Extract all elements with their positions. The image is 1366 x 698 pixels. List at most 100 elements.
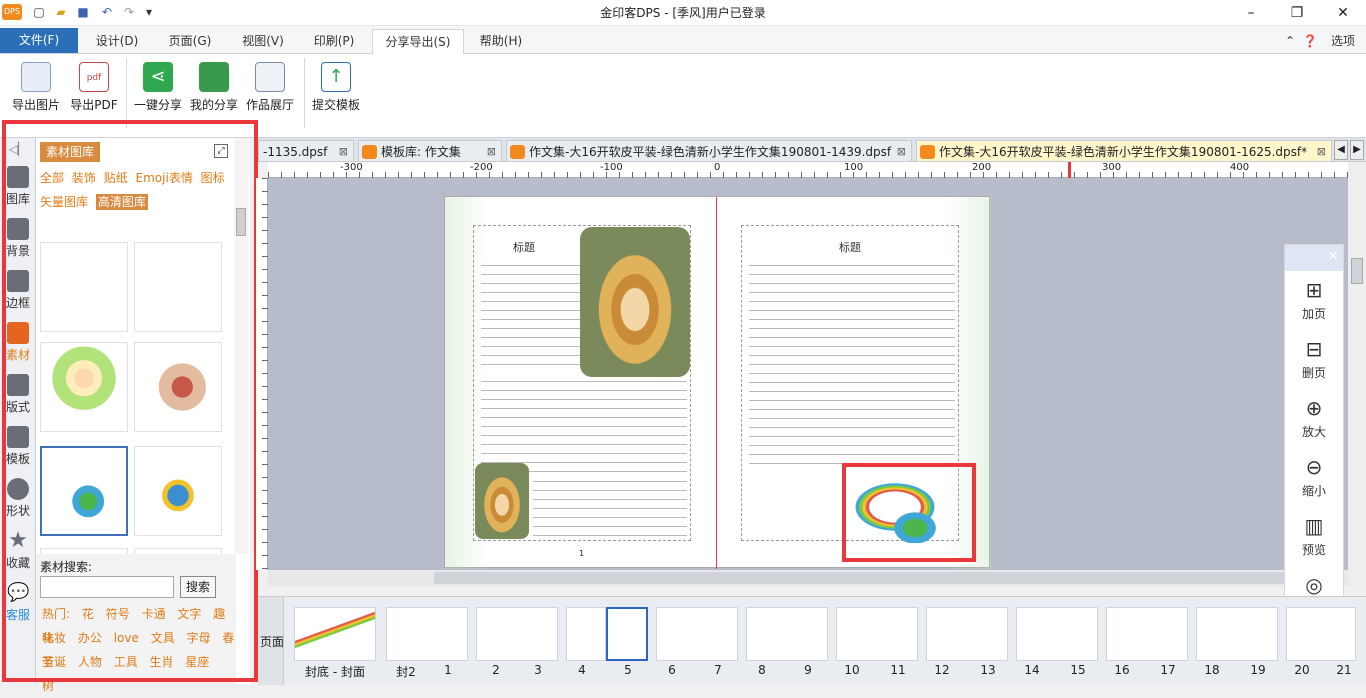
search-button[interactable]: 搜索 xyxy=(180,576,216,598)
hot-tag[interactable]: 化妆 xyxy=(42,631,66,645)
nav-shape[interactable]: 形状 xyxy=(0,474,36,526)
hot-tag[interactable]: 办公 xyxy=(78,631,102,645)
menu-design[interactable]: 设计(D) xyxy=(84,29,150,53)
hot-tag[interactable]: 符号 xyxy=(106,607,130,621)
page-thumb[interactable] xyxy=(476,607,558,661)
restore-icon[interactable]: ❐ xyxy=(1274,0,1320,26)
rainbow-island-thumb[interactable] xyxy=(40,446,128,536)
material-thumb[interactable] xyxy=(40,242,128,332)
scroll-thumb[interactable] xyxy=(434,572,1324,584)
menu-share-export[interactable]: 分享导出(S) xyxy=(372,29,464,55)
canvas-horizontal-scrollbar[interactable] xyxy=(268,570,1348,586)
minimize-icon[interactable]: – xyxy=(1228,0,1274,26)
nav-layout[interactable]: 版式 xyxy=(0,370,36,422)
hot-tag[interactable]: 人物 xyxy=(78,655,102,669)
scroll-thumb[interactable] xyxy=(1351,258,1363,284)
material-thumb[interactable] xyxy=(134,242,222,332)
export-pdf-button[interactable]: pdf 导出PDF xyxy=(66,60,122,116)
material-thumb[interactable] xyxy=(134,446,222,536)
hot-tag[interactable]: 生肖 xyxy=(150,655,174,669)
collapse-ribbon-icon[interactable]: ⌃ xyxy=(1280,29,1300,53)
left-page-title[interactable]: 标题 xyxy=(513,239,535,255)
category-vector[interactable]: 矢量图库 xyxy=(40,195,88,209)
page-thumb[interactable] xyxy=(1196,607,1278,661)
category-decoration[interactable]: 装饰 xyxy=(72,171,96,185)
close-icon[interactable]: ✕ xyxy=(1320,0,1366,26)
category-sticker[interactable]: 贴纸 xyxy=(104,171,128,185)
doc-tab-active[interactable]: 作文集-大16开软皮平装-绿色清新小学生作文集190801-1625.dpsf*… xyxy=(916,140,1332,162)
page-thumb[interactable] xyxy=(926,607,1008,661)
help-icon[interactable]: ❓ xyxy=(1300,29,1320,53)
hot-tag[interactable]: 文具 xyxy=(151,631,175,645)
tab-close-icon[interactable]: ⊠ xyxy=(487,141,496,161)
doc-tab[interactable]: -1135.dpsf ⊠ xyxy=(258,140,354,162)
page-thumb[interactable] xyxy=(386,607,468,661)
left-body-text[interactable] xyxy=(481,261,581,371)
delete-page-button[interactable]: ⊟ 删页 xyxy=(1285,332,1343,390)
material-gallery-tab[interactable]: 素材图库 xyxy=(40,142,101,162)
material-thumb[interactable] xyxy=(134,342,222,432)
nav-template[interactable]: 模板 xyxy=(0,422,36,474)
doc-tab[interactable]: 作文集-大16开软皮平装-绿色清新小学生作文集190801-1439.dpsf ⊠ xyxy=(506,140,912,162)
category-all[interactable]: 全部 xyxy=(40,171,64,185)
hot-tag[interactable]: 工具 xyxy=(114,655,138,669)
hot-tag[interactable]: 文字 xyxy=(177,607,201,621)
child-photo-small[interactable] xyxy=(475,463,529,539)
menu-page[interactable]: 页面(G) xyxy=(158,29,222,53)
page-thumb-cover[interactable] xyxy=(294,607,376,661)
menu-view[interactable]: 视图(V) xyxy=(230,29,296,53)
menu-help[interactable]: 帮助(H) xyxy=(470,29,532,53)
page-thumb[interactable] xyxy=(566,607,606,661)
hot-tag[interactable]: 树 xyxy=(42,679,54,693)
left-body-text[interactable] xyxy=(481,377,687,477)
options-menu[interactable]: 选项 xyxy=(1322,29,1364,53)
nav-favorites[interactable]: ★ 收藏 xyxy=(0,526,36,578)
my-share-button[interactable]: 我的分享 xyxy=(186,60,242,116)
menu-print[interactable]: 印刷(P) xyxy=(302,29,366,53)
page-thumb[interactable] xyxy=(656,607,738,661)
left-body-text[interactable] xyxy=(533,477,687,539)
nav-material[interactable]: 素材 xyxy=(0,318,36,370)
category-emoji[interactable]: Emoji表情 xyxy=(136,171,193,185)
right-body-text[interactable] xyxy=(749,261,955,471)
menu-file[interactable]: 文件(F) xyxy=(0,28,78,53)
hot-tag[interactable]: love xyxy=(114,631,139,645)
child-photo[interactable] xyxy=(580,227,690,377)
material-scrollbar[interactable] xyxy=(234,138,248,554)
page-thumb[interactable] xyxy=(1016,607,1098,661)
zoom-out-button[interactable]: ⊖ 缩小 xyxy=(1285,450,1343,508)
nav-border[interactable]: 边框 xyxy=(0,266,36,318)
page-thumb[interactable] xyxy=(746,607,828,661)
doc-tab[interactable]: 模板库: 作文集 ⊠ xyxy=(358,140,502,162)
collapse-panel-icon[interactable]: ◁▏ xyxy=(0,138,36,160)
submit-template-button[interactable]: ↑ 提交模板 xyxy=(308,60,364,116)
add-page-button[interactable]: ⊞ 加页 xyxy=(1285,273,1343,331)
hot-tag[interactable]: 卡通 xyxy=(142,607,166,621)
hot-tag[interactable]: 花 xyxy=(82,607,94,621)
tab-scroll-left-icon[interactable]: ◀ xyxy=(1334,140,1348,160)
nav-gallery[interactable]: 图库 xyxy=(0,162,36,214)
search-input[interactable] xyxy=(40,576,174,598)
category-hd[interactable]: 高清图库 xyxy=(95,194,148,210)
zoom-in-button[interactable]: ⊕ 放大 xyxy=(1285,391,1343,449)
right-page-title[interactable]: 标题 xyxy=(839,239,861,255)
export-image-button[interactable]: 导出图片 xyxy=(8,60,64,116)
category-icon[interactable]: 图标 xyxy=(201,171,225,185)
expand-icon[interactable]: ⤢ xyxy=(214,144,228,158)
preview-button[interactable]: ▥ 预览 xyxy=(1285,509,1343,567)
tab-close-icon[interactable]: ⊠ xyxy=(897,141,906,161)
nav-customer-service[interactable]: 💬 客服 xyxy=(0,578,36,630)
material-scroll-thumb[interactable] xyxy=(236,208,246,236)
canvas-vertical-scrollbar[interactable] xyxy=(1348,162,1366,586)
one-click-share-button[interactable]: ⋖ 一键分享 xyxy=(130,60,186,116)
page-thumb[interactable] xyxy=(1286,607,1356,661)
close-panel-icon[interactable]: × xyxy=(1325,248,1341,266)
tab-close-icon[interactable]: ⊠ xyxy=(1317,141,1326,161)
page-thumb[interactable] xyxy=(1106,607,1188,661)
gallery-button[interactable]: 作品展厅 xyxy=(242,60,298,116)
tab-close-icon[interactable]: ⊠ xyxy=(339,141,348,161)
hot-tag[interactable]: 星座 xyxy=(185,655,209,669)
hot-tag[interactable]: 字母 xyxy=(187,631,211,645)
nav-background[interactable]: 背景 xyxy=(0,214,36,266)
material-thumb[interactable] xyxy=(40,342,128,432)
